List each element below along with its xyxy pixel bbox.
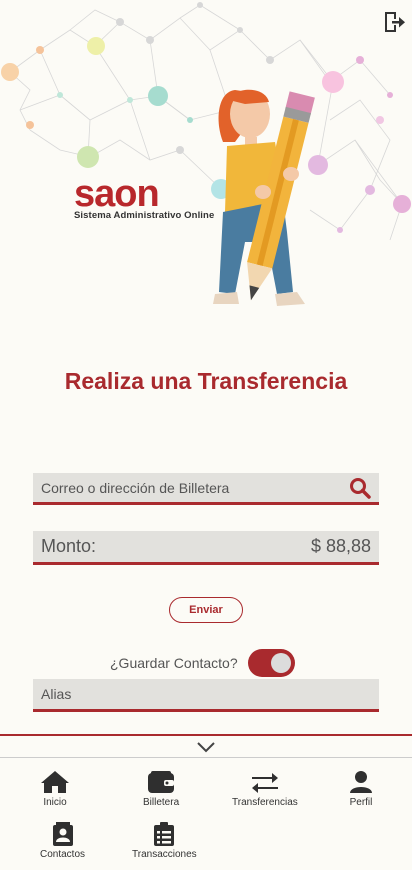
- amount-field[interactable]: Monto: $ 88,88: [33, 531, 379, 565]
- wallet-icon: [148, 771, 175, 793]
- nav-label: Inicio: [43, 797, 67, 808]
- header-illustration: saon Sistema Administrativo Online: [0, 0, 412, 330]
- nav-label: Transacciones: [132, 849, 197, 860]
- contacts-icon: [52, 822, 73, 846]
- brand-name: saon: [74, 173, 160, 215]
- nav-item-transferencias[interactable]: Transferencias: [232, 770, 298, 808]
- save-contact-toggle[interactable]: [247, 649, 295, 677]
- amount-value[interactable]: $ 88,88: [311, 536, 371, 557]
- nav-item-inicio[interactable]: Inicio: [40, 770, 70, 808]
- alias-field[interactable]: Alias: [33, 679, 379, 712]
- character-illustration: [213, 89, 315, 306]
- brand-logo: saon Sistema Administrativo Online: [74, 173, 215, 221]
- brand-tagline: Sistema Administrativo Online: [74, 210, 215, 221]
- toggle-knob: [270, 653, 291, 673]
- save-contact-label: ¿Guardar Contacto?: [110, 655, 238, 671]
- logout-icon: [385, 12, 405, 32]
- nav-item-contactos[interactable]: Contactos: [40, 822, 85, 860]
- chevron-down-icon[interactable]: [196, 740, 216, 754]
- home-icon: [41, 771, 69, 793]
- search-input[interactable]: Correo o dirección de Billetera: [41, 480, 349, 496]
- nav-divider: [0, 734, 412, 736]
- search-icon[interactable]: [349, 477, 371, 499]
- save-contact-row: ¿Guardar Contacto?: [110, 649, 295, 677]
- nav-label: Transferencias: [232, 797, 298, 808]
- user-icon: [350, 771, 372, 793]
- nav-item-billetera[interactable]: Billetera: [143, 770, 179, 808]
- wallet-search-field[interactable]: Correo o dirección de Billetera: [33, 473, 379, 505]
- send-button[interactable]: Enviar: [169, 597, 243, 623]
- nav-item-perfil[interactable]: Perfil: [349, 770, 373, 808]
- nav-item-transacciones[interactable]: Transacciones: [132, 822, 197, 860]
- page-title: Realiza una Transferencia: [64, 368, 348, 394]
- amount-label: Monto:: [41, 536, 97, 556]
- transactions-icon: [154, 822, 175, 846]
- nav-label: Perfil: [349, 797, 373, 808]
- alias-input[interactable]: Alias: [41, 686, 71, 702]
- logout-button[interactable]: [382, 10, 406, 34]
- nav-label: Contactos: [40, 849, 86, 860]
- bottom-navigation: Inicio Billetera Transferencias Perfil C…: [0, 757, 412, 870]
- transfer-icon: [251, 773, 278, 793]
- nav-label: Billetera: [143, 797, 180, 808]
